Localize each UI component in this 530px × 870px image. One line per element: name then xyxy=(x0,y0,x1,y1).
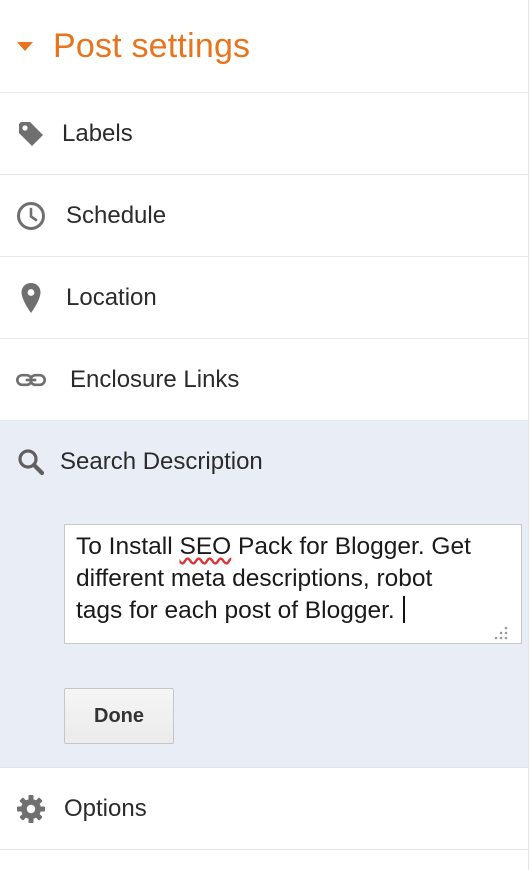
post-settings-panel: Post settings Labels Schedule Location E… xyxy=(0,0,529,870)
settings-item-labels[interactable]: Labels xyxy=(0,93,528,175)
resize-handle-icon[interactable] xyxy=(491,619,509,640)
settings-item-search-description[interactable]: Search Description xyxy=(0,421,528,503)
settings-item-schedule[interactable]: Schedule xyxy=(0,175,528,257)
done-button[interactable]: Done xyxy=(64,688,174,744)
settings-item-options[interactable]: Options xyxy=(0,768,528,850)
map-pin-icon xyxy=(16,282,46,313)
search-icon xyxy=(16,447,46,477)
description-line: different meta descriptions, robot xyxy=(76,565,433,592)
tag-icon xyxy=(16,119,46,149)
settings-item-label: Schedule xyxy=(66,201,167,229)
settings-item-enclosure-links[interactable]: Enclosure Links xyxy=(0,339,528,421)
settings-item-label: Enclosure Links xyxy=(70,365,240,393)
link-icon xyxy=(16,365,46,395)
post-settings-header[interactable]: Post settings xyxy=(0,0,528,93)
gear-icon xyxy=(16,794,46,824)
settings-item-location[interactable]: Location xyxy=(0,257,528,339)
caret-down-icon[interactable] xyxy=(17,41,33,51)
settings-item-label: Location xyxy=(66,283,157,311)
description-line: tags for each post of Blogger. xyxy=(76,595,511,627)
panel-title: Post settings xyxy=(53,26,251,65)
misspelled-word: SEO xyxy=(179,533,232,560)
text-cursor xyxy=(402,596,405,623)
clock-icon xyxy=(16,201,46,231)
settings-item-label: Options xyxy=(64,794,147,822)
search-description-textarea[interactable]: To Install SEO Pack for Blogger. Get dif… xyxy=(64,524,522,644)
description-line: To Install SEO Pack for Blogger. Get xyxy=(76,533,471,560)
settings-item-label: Search Description xyxy=(60,448,263,475)
settings-item-label: Labels xyxy=(62,119,133,147)
search-description-section: Search Description To Install SEO Pack f… xyxy=(0,421,528,768)
